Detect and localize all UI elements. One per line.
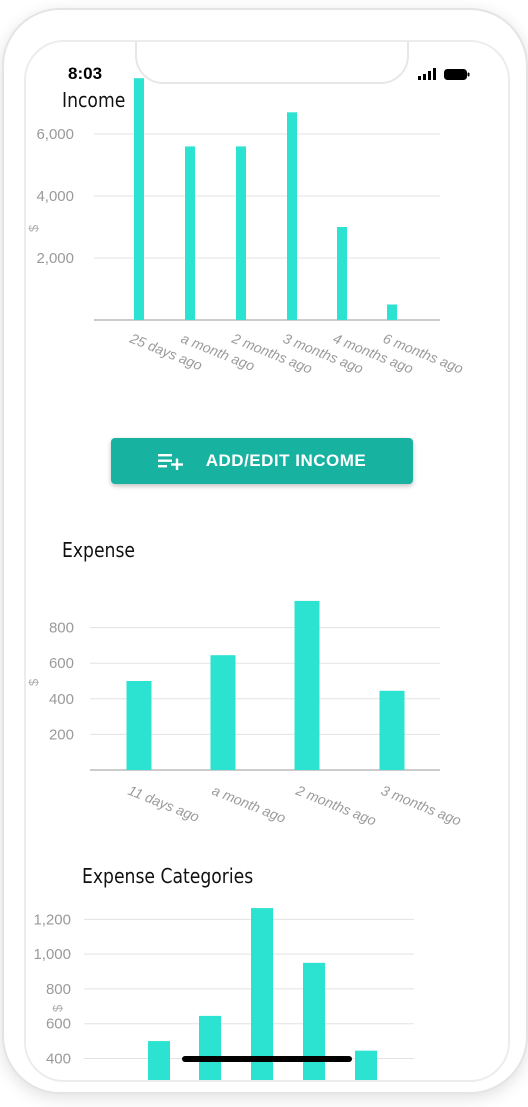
- screen: 8:03 Income 2,000 4,000 6,000 $25 days ago a…: [24, 40, 510, 1082]
- y-tick-label: 800: [46, 981, 71, 998]
- home-indicator: [182, 1056, 352, 1062]
- y-tick-label: 1,200: [33, 911, 71, 928]
- bar: [148, 1041, 170, 1080]
- expense-categories-chart: 2004006008001,0001,200$: [33, 908, 414, 1080]
- bar: [303, 962, 325, 1080]
- y-tick-label: 400: [46, 1050, 71, 1067]
- y-tick-label: 600: [46, 1016, 71, 1033]
- y-tick-label: 1,000: [33, 946, 71, 963]
- y-axis-unit: $: [50, 1004, 65, 1012]
- phone-frame: 8:03 Income 2,000 4,000 6,000 $25 days ago a…: [2, 8, 528, 1094]
- bar: [355, 1050, 377, 1080]
- bar: [199, 1015, 221, 1080]
